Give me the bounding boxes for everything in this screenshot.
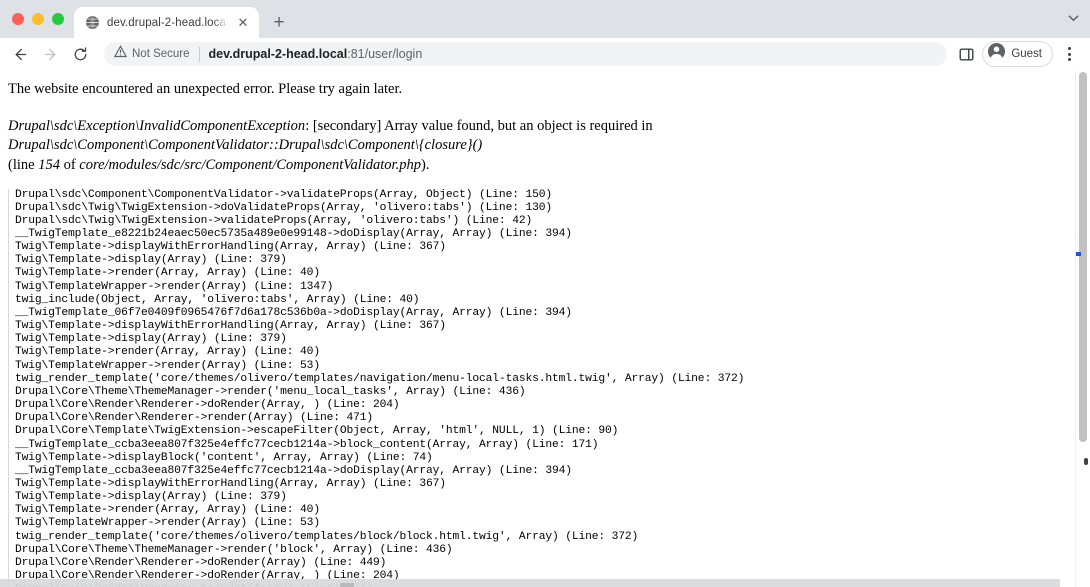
minimize-window-button[interactable]: [32, 13, 44, 25]
omnibox-divider: [198, 46, 200, 62]
exception-location-function: Drupal\sdc\Component\ComponentValidator:…: [8, 137, 483, 154]
stack-trace: Drupal\sdc\Component\ComponentValidator-…: [8, 188, 1065, 587]
browser-tab-active[interactable]: dev.drupal-2-head.local:81/use ✕: [74, 7, 259, 38]
browser-toolbar: Not Secure dev.drupal-2-head.local:81/us…: [0, 38, 1090, 70]
tab-title: dev.drupal-2-head.local:81/use: [107, 16, 228, 29]
url-path: :81/user/login: [347, 47, 423, 61]
error-intro-text: The website encountered an unexpected er…: [8, 81, 403, 97]
reload-button[interactable]: [66, 40, 94, 68]
new-tab-button[interactable]: +: [265, 8, 293, 36]
window-controls: [8, 0, 74, 38]
browser-window: dev.drupal-2-head.local:81/use ✕ +: [0, 0, 1090, 587]
url-text: dev.drupal-2-head.local:81/user/login: [209, 47, 936, 61]
chevron-down-icon[interactable]: [1056, 0, 1090, 38]
url-host: dev.drupal-2-head.local: [208, 47, 348, 61]
profile-chip[interactable]: Guest: [982, 41, 1053, 67]
page-content: The website encountered an unexpected er…: [0, 70, 1075, 587]
exception-line-number: 154: [38, 156, 60, 173]
page-viewport: The website encountered an unexpected er…: [0, 70, 1090, 587]
error-page: The website encountered an unexpected er…: [0, 70, 1075, 587]
page-scrollbar[interactable]: [1075, 70, 1090, 587]
security-status[interactable]: Not Secure: [113, 45, 190, 63]
close-window-button[interactable]: [12, 13, 24, 25]
toolbar-right-actions: Guest: [953, 41, 1082, 67]
kebab-dot: [1067, 52, 1071, 56]
kebab-dot: [1067, 47, 1071, 50]
kebab-dot: [1067, 58, 1071, 61]
maximize-window-button[interactable]: [52, 13, 64, 25]
exception-file-path: core/modules/sdc/src/Component/Component…: [79, 156, 421, 173]
exception-line-mid: of: [59, 156, 80, 173]
back-button[interactable]: [6, 40, 34, 68]
security-status-label: Not Secure: [132, 48, 190, 60]
exception-class: Drupal\sdc\Exception\InvalidComponentExc…: [8, 117, 306, 134]
side-panel-icon[interactable]: [953, 41, 979, 67]
scrollbar-find-mark: [1076, 252, 1081, 256]
scrollbar-annotation-mark: [1084, 458, 1088, 465]
exception-summary: Drupal\sdc\Exception\InvalidComponentExc…: [8, 117, 1065, 176]
forward-button[interactable]: [36, 40, 64, 68]
globe-icon: [85, 15, 100, 30]
kebab-menu-icon[interactable]: [1056, 41, 1082, 67]
exception-message: [secondary] Array value found, but an ob…: [312, 117, 653, 134]
person-avatar-icon: [987, 42, 1006, 66]
address-bar[interactable]: Not Secure dev.drupal-2-head.local:81/us…: [104, 42, 948, 66]
profile-label: Guest: [1011, 48, 1042, 60]
exception-line-suffix: ).: [420, 156, 430, 173]
exception-line-prefix: (line: [8, 156, 39, 173]
tab-strip: dev.drupal-2-head.local:81/use ✕ +: [0, 0, 1090, 38]
warning-triangle-icon: [113, 45, 128, 63]
exception-separator: :: [305, 117, 313, 134]
close-tab-button[interactable]: ✕: [235, 15, 251, 31]
scrollbar-thumb[interactable]: [1079, 72, 1087, 442]
